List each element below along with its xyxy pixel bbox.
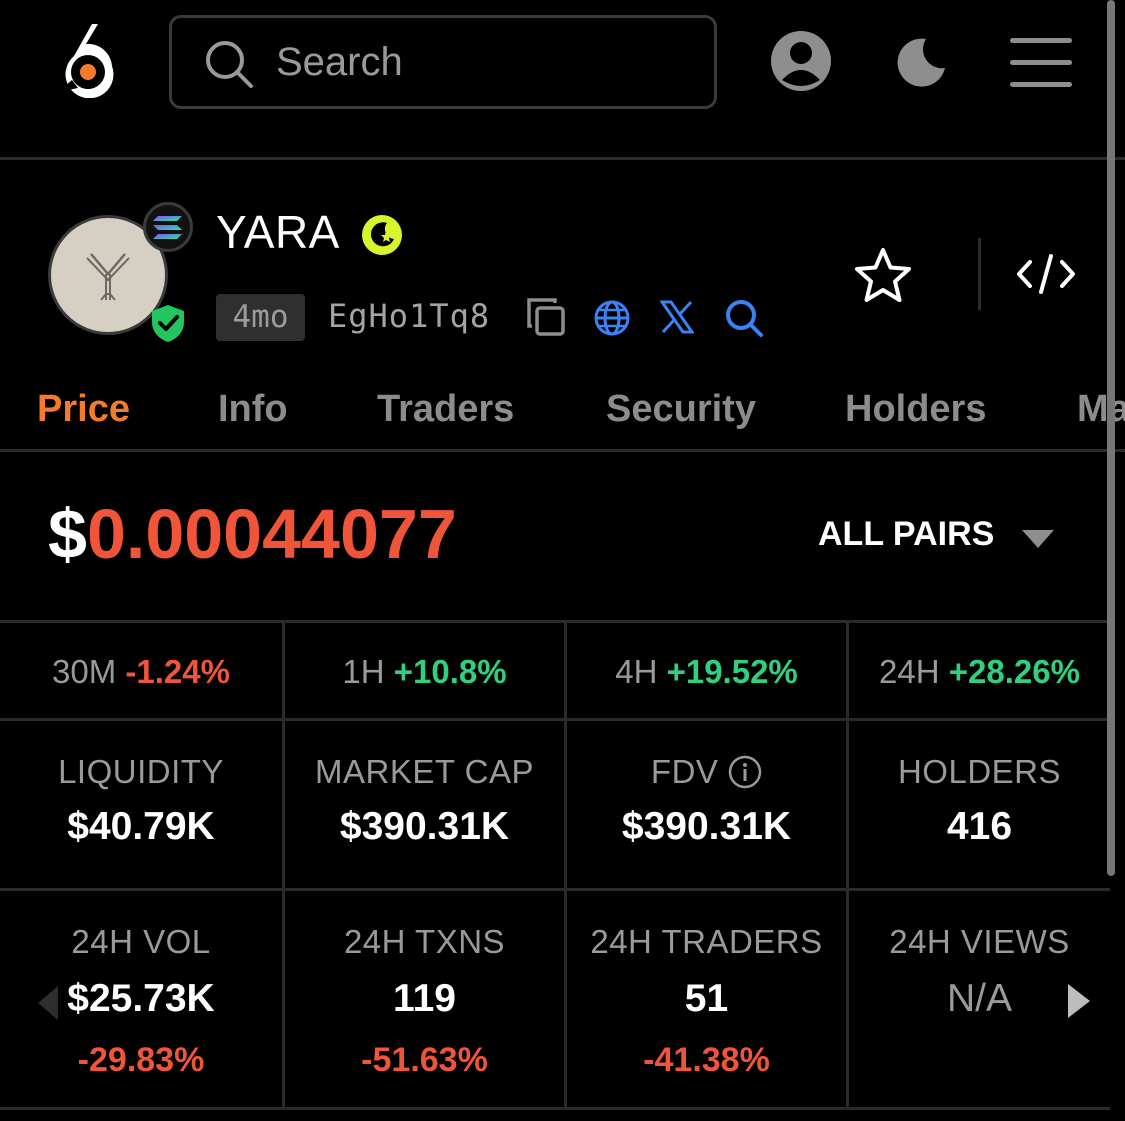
stat-change: -29.83% bbox=[77, 1041, 205, 1079]
dark-mode-moon-icon[interactable] bbox=[896, 36, 948, 88]
stat-change: -51.63% bbox=[361, 1041, 488, 1079]
scroll-right-arrow-icon[interactable] bbox=[1068, 984, 1090, 1018]
all-pairs-dropdown[interactable]: ALL PAIRS bbox=[818, 515, 994, 554]
chevron-down-icon[interactable] bbox=[1022, 530, 1054, 548]
stat-value: 51 bbox=[684, 977, 729, 1020]
solana-icon bbox=[153, 216, 182, 239]
change-value: +19.52% bbox=[666, 653, 798, 690]
stats-24h-row: 24H VOL $25.73K -29.83% 24H TXNS 119 -51… bbox=[0, 888, 1110, 1110]
stat-label: LIQUIDITY bbox=[58, 753, 224, 790]
change-label: 24H bbox=[879, 653, 940, 690]
price-change-row: 30M -1.24% 1H +10.8% 4H +19.52% 24H +28.… bbox=[0, 620, 1110, 720]
moonshot-badge-icon bbox=[362, 215, 402, 255]
stat-value: $40.79K bbox=[67, 805, 215, 848]
stat-label: MARKET CAP bbox=[315, 753, 534, 790]
tab-traders[interactable]: Traders bbox=[377, 388, 514, 431]
stat-fdv: FDV $390.31K bbox=[564, 721, 846, 890]
search-box[interactable] bbox=[169, 15, 717, 109]
stat-label: 24H VOL bbox=[71, 923, 211, 960]
change-label: 1H bbox=[342, 653, 385, 690]
menu-icon[interactable] bbox=[1010, 38, 1072, 88]
copy-icon[interactable] bbox=[525, 296, 567, 338]
stat-24h-txns: 24H TXNS 119 -51.63% bbox=[282, 891, 564, 1110]
info-icon[interactable] bbox=[728, 755, 762, 789]
favorite-star-icon[interactable] bbox=[852, 246, 914, 306]
change-1h[interactable]: 1H +10.8% bbox=[282, 623, 564, 720]
change-24h[interactable]: 24H +28.26% bbox=[846, 623, 1110, 720]
change-value: +28.26% bbox=[948, 653, 1080, 690]
tab-more[interactable]: Ma bbox=[1077, 388, 1125, 431]
change-4h[interactable]: 4H +19.52% bbox=[564, 623, 846, 720]
website-globe-icon[interactable] bbox=[593, 299, 631, 337]
stat-label: 24H TRADERS bbox=[590, 923, 823, 960]
embed-code-icon[interactable] bbox=[1016, 252, 1076, 296]
stat-market-cap: MARKET CAP $390.31K bbox=[282, 721, 564, 890]
change-label: 4H bbox=[615, 653, 658, 690]
top-header bbox=[0, 0, 1125, 160]
tab-security[interactable]: Security bbox=[606, 388, 756, 431]
stat-24h-traders: 24H TRADERS 51 -41.38% bbox=[564, 891, 846, 1110]
stat-value: 416 bbox=[946, 805, 1013, 848]
fdv-label: FDV bbox=[650, 753, 719, 790]
x-twitter-icon[interactable] bbox=[660, 300, 694, 334]
tab-info[interactable]: Info bbox=[218, 388, 288, 431]
stat-change: -41.38% bbox=[643, 1041, 770, 1079]
search-icon bbox=[206, 41, 253, 88]
stat-value: $390.31K bbox=[621, 805, 792, 848]
stat-liquidity: LIQUIDITY $40.79K bbox=[0, 721, 282, 890]
tab-holders[interactable]: Holders bbox=[845, 388, 986, 431]
user-account-icon[interactable] bbox=[770, 30, 832, 92]
price-value: 0.00044077 bbox=[86, 495, 457, 573]
token-price: $0.00044077 bbox=[48, 494, 457, 574]
tab-price[interactable]: Price bbox=[37, 388, 130, 431]
search-token-icon[interactable] bbox=[724, 298, 764, 338]
grid-bottom-border bbox=[0, 1107, 1110, 1110]
token-name: YARA bbox=[216, 206, 340, 258]
change-label: 30M bbox=[52, 653, 117, 690]
stat-value: $390.31K bbox=[339, 805, 510, 848]
stat-label: 24H TXNS bbox=[343, 923, 506, 960]
change-value: +10.8% bbox=[393, 653, 507, 690]
token-address: EgHo1Tq8 bbox=[328, 297, 491, 335]
stat-label: 24H VIEWS bbox=[889, 923, 1070, 960]
token-age-badge: 4mo bbox=[216, 294, 305, 341]
price-currency: $ bbox=[48, 495, 87, 573]
stat-label: HOLDERS bbox=[897, 753, 1062, 790]
search-input[interactable] bbox=[276, 36, 696, 88]
stat-value: 119 bbox=[393, 977, 456, 1020]
logo-icon[interactable] bbox=[52, 22, 118, 98]
header-divider bbox=[978, 238, 981, 310]
stat-holders: HOLDERS 416 bbox=[846, 721, 1110, 890]
scrollbar[interactable] bbox=[1107, 0, 1115, 876]
change-value: -1.24% bbox=[125, 653, 230, 690]
verified-shield-icon bbox=[152, 305, 184, 342]
stat-label: FDV bbox=[567, 753, 846, 791]
solana-chain-badge bbox=[143, 202, 193, 252]
stats-row: LIQUIDITY $40.79K MARKET CAP $390.31K FD… bbox=[0, 718, 1110, 890]
change-30m[interactable]: 30M -1.24% bbox=[0, 623, 282, 720]
tab-bar: Price Info Traders Security Holders Ma bbox=[0, 370, 1125, 452]
scroll-left-arrow-icon[interactable] bbox=[38, 986, 58, 1020]
